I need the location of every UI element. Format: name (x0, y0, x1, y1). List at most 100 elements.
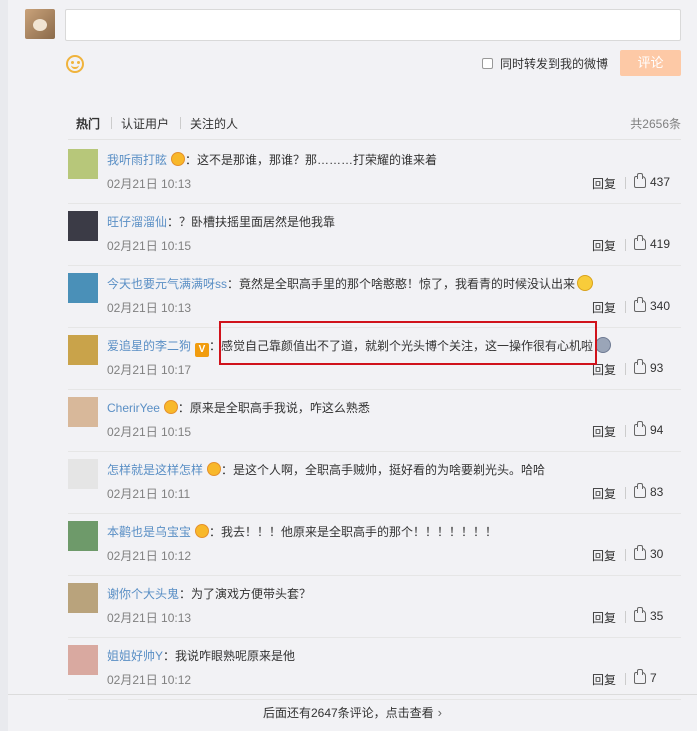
like-count: 30 (650, 547, 664, 561)
thumbs-up-icon (634, 483, 646, 498)
like-count: 94 (650, 423, 664, 437)
like-button[interactable]: 83 (634, 483, 664, 499)
username-link[interactable]: CherirYee (107, 401, 160, 415)
username-link[interactable]: 怎样就是这样怎样 (107, 463, 203, 477)
username-link[interactable]: 本鹳也是乌宝宝 (107, 525, 191, 539)
comment-text: ：？卧槽扶摇里面居然是他我靠 (167, 215, 336, 229)
thumbs-up-icon (634, 173, 646, 188)
more-comments-link[interactable]: 后面还有2647条评论，点击查看 › (8, 694, 697, 731)
comment-input[interactable] (65, 9, 681, 41)
like-count: 419 (650, 237, 671, 251)
submit-comment-button[interactable]: 评论 (620, 50, 681, 76)
reply-button[interactable]: 回复 (592, 671, 616, 688)
action-divider (625, 425, 626, 437)
username-link[interactable]: 姐姐好帅Y (107, 649, 163, 663)
action-divider (625, 363, 626, 375)
chevron-right-icon: › (437, 705, 443, 720)
comment-text: ：这不是那谁，那谁？那………打荣耀的谁来着 (185, 153, 438, 167)
comment-row: 爱追星的李二狗 V ：感觉自己靠颜值出不了道，就剃个光头博个关注，这一操作很有心机啦… (68, 328, 681, 390)
thumbs-up-icon (634, 669, 646, 684)
forward-checkbox[interactable] (482, 58, 493, 69)
reply-button[interactable]: 回复 (592, 237, 616, 254)
comment-text: ：原来是全职高手我说，咋这么熟悉 (177, 401, 370, 415)
tab-divider (111, 117, 112, 129)
username-link[interactable]: 旺仔溜溜仙 (107, 215, 167, 229)
avatar[interactable] (68, 273, 98, 303)
forward-label: 同时转发到我的微博 (500, 57, 609, 71)
username-link[interactable]: 今天也要元气满满呀ss (107, 277, 227, 291)
username-link[interactable]: 爱追星的李二狗 (107, 339, 191, 353)
fan-badge-icon (163, 400, 178, 414)
avatar[interactable] (68, 459, 98, 489)
thumbs-up-icon (634, 235, 646, 250)
comment-content: 姐姐好帅Y：我说咋眼熟呢原来是他 (107, 647, 295, 664)
like-count: 83 (650, 485, 664, 499)
comment-content: 怎样就是这样怎样 ：是这个人啊，全职高手贼帅，挺好看的为啥要剃光头。哈哈 (107, 461, 545, 478)
thumbs-up-icon (634, 607, 646, 622)
reply-button[interactable]: 回复 (592, 361, 616, 378)
reply-button[interactable]: 回复 (592, 609, 616, 626)
reply-button[interactable]: 回复 (592, 175, 616, 192)
comment-content: 爱追星的李二狗 V ：感觉自己靠颜值出不了道，就剃个光头博个关注，这一操作很有心机啦 (107, 337, 612, 357)
tab-divider (180, 117, 181, 129)
comment-text: ：我去！！！他原来是全职高手的那个！！！！！！！ (209, 525, 498, 539)
comment-row: 怎样就是这样怎样 ：是这个人啊，全职高手贼帅，挺好看的为啥要剃光头。哈哈 02月21… (68, 452, 681, 514)
reply-button[interactable]: 回复 (592, 547, 616, 564)
emoji-icon[interactable] (66, 55, 84, 73)
avatar[interactable] (68, 397, 98, 427)
avatar[interactable] (68, 211, 98, 241)
like-button[interactable]: 93 (634, 359, 664, 375)
comment-time: 02月21日 10:15 (107, 239, 192, 253)
avatar[interactable] (68, 335, 98, 365)
comment-content: CherirYee ：原来是全职高手我说，咋这么熟悉 (107, 399, 370, 416)
avatar[interactable] (68, 583, 98, 613)
comment-text: ：竟然是全职高手里的那个啥憨憨！惊了，我看青的时候没认出来 (227, 277, 576, 291)
comment-content: 今天也要元气满满呀ss：竟然是全职高手里的那个啥憨憨！惊了，我看青的时候没认出来 (107, 275, 594, 292)
tab-hot[interactable]: 热门 (76, 115, 100, 132)
tab-verified-users[interactable]: 认证用户 (121, 115, 169, 132)
comment-time: 02月21日 10:12 (107, 673, 192, 687)
tab-following[interactable]: 关注的人 (190, 115, 238, 132)
comment-text: ：我说咋眼熟呢原来是他 (163, 649, 296, 663)
comment-row: CherirYee ：原来是全职高手我说，咋这么熟悉 02月21日 10:15 回复 9… (68, 390, 681, 452)
username-link[interactable]: 谢你个大头鬼 (107, 587, 179, 601)
thumbs-up-icon (634, 421, 646, 436)
comment-content: 旺仔溜溜仙：？卧槽扶摇里面居然是他我靠 (107, 213, 335, 230)
like-button[interactable]: 30 (634, 545, 664, 561)
reply-button[interactable]: 回复 (592, 299, 616, 316)
like-button[interactable]: 340 (634, 297, 670, 313)
like-button[interactable]: 94 (634, 421, 664, 437)
comment-row: 谢你个大头鬼：为了演戏方便带头套？ 02月21日 10:13 回复 35 (68, 576, 681, 638)
thumbs-up-icon (634, 545, 646, 560)
avatar[interactable] (68, 521, 98, 551)
more-comments-label: 后面还有2647条评论，点击查看 (262, 706, 434, 720)
comment-total: 共2656条 (630, 117, 681, 131)
avatar[interactable] (68, 645, 98, 675)
like-button[interactable]: 437 (634, 173, 671, 189)
like-count: 93 (650, 361, 664, 375)
like-button[interactable]: 419 (634, 235, 671, 251)
comment-row: 旺仔溜溜仙：？卧槽扶摇里面居然是他我靠 02月21日 10:15 回复 419 (68, 204, 681, 266)
comment-time: 02月21日 10:13 (107, 611, 192, 625)
emoji-icon (595, 337, 612, 353)
comment-time: 02月21日 10:13 (107, 301, 192, 315)
like-button[interactable]: 7 (634, 669, 657, 685)
action-divider (625, 487, 626, 499)
comment-time: 02月21日 10:15 (107, 425, 192, 439)
username-link[interactable]: 我听雨打眩 (107, 153, 167, 167)
comment-time: 02月21日 10:13 (107, 177, 192, 191)
reply-button[interactable]: 回复 (592, 423, 616, 440)
avatar[interactable] (68, 149, 98, 179)
action-divider (625, 177, 626, 189)
action-divider (625, 239, 626, 251)
reply-button[interactable]: 回复 (592, 485, 616, 502)
like-count: 437 (650, 175, 671, 189)
my-avatar[interactable] (25, 9, 55, 39)
like-count: 7 (650, 671, 657, 685)
fan-badge-icon (171, 152, 186, 166)
action-divider (625, 549, 626, 561)
comment-content: 本鹳也是乌宝宝 ：我去！！！他原来是全职高手的那个！！！！！！！ (107, 523, 497, 540)
action-divider (625, 673, 626, 685)
comment-row: 姐姐好帅Y：我说咋眼熟呢原来是他 02月21日 10:12 回复 7 (68, 638, 681, 700)
like-button[interactable]: 35 (634, 607, 663, 623)
